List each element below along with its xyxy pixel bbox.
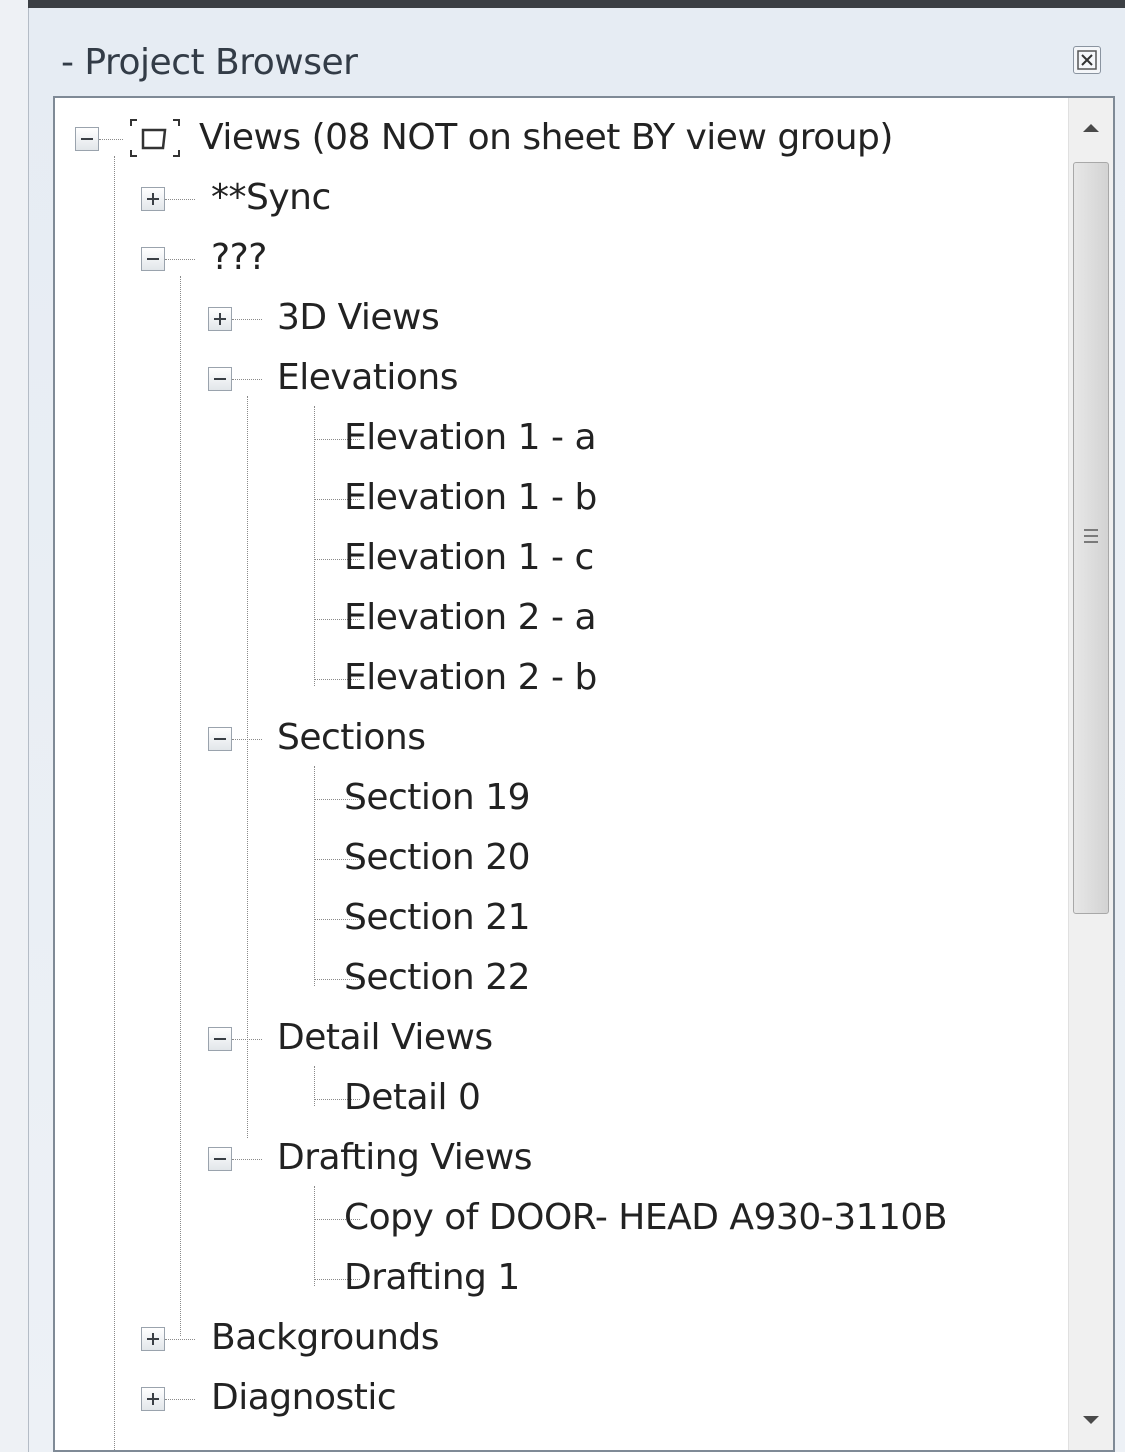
tree-item-label: **Sync xyxy=(211,177,331,218)
tree-item-label: Elevation 1 - c xyxy=(344,537,594,578)
tree-item-elevation[interactable]: Elevation 2 - b xyxy=(55,650,1065,706)
tree-item-label: Elevation 2 - a xyxy=(344,597,597,638)
window-top-border xyxy=(28,0,1125,8)
tree-item-section[interactable]: Section 20 xyxy=(55,830,1065,886)
collapse-icon[interactable] xyxy=(208,1147,232,1171)
tree-item-views-root[interactable]: Views (08 NOT on sheet BY view group) xyxy=(55,110,1065,166)
tree-item-backgrounds[interactable]: Backgrounds xyxy=(55,1310,1065,1366)
tree-item-label: Elevations xyxy=(277,357,458,398)
expand-icon[interactable] xyxy=(141,187,165,211)
tree-item-detail[interactable]: Detail 0 xyxy=(55,1070,1065,1126)
tree-item-label: Detail 0 xyxy=(344,1077,481,1118)
panel-title: - Project Browser xyxy=(61,42,358,83)
tree-item-drafting[interactable]: Drafting 1 xyxy=(55,1250,1065,1306)
tree-item-label: Section 19 xyxy=(344,777,531,818)
tree-item-label: Sections xyxy=(277,717,426,758)
tree-item-label: Elevation 2 - b xyxy=(344,657,597,698)
views-icon xyxy=(130,119,180,157)
grip-icon xyxy=(1084,529,1098,531)
tree-item-diagnostic[interactable]: Diagnostic xyxy=(55,1370,1065,1426)
expand-icon[interactable] xyxy=(141,1387,165,1411)
tree-item-label: Drafting 1 xyxy=(344,1257,520,1298)
tree-item-label: Detail Views xyxy=(277,1017,493,1058)
tree-item-section[interactable]: Section 19 xyxy=(55,770,1065,826)
tree-item-drafting-views[interactable]: Drafting Views xyxy=(55,1130,1065,1186)
close-icon[interactable] xyxy=(1073,46,1101,74)
tree-item-elevation[interactable]: Elevation 2 - a xyxy=(55,590,1065,646)
collapse-icon[interactable] xyxy=(208,1027,232,1051)
tree-item-label: Elevation 1 - b xyxy=(344,477,597,518)
tree-item-label: Backgrounds xyxy=(211,1317,440,1358)
tree-item-sections[interactable]: Sections xyxy=(55,710,1065,766)
collapse-icon[interactable] xyxy=(141,247,165,271)
tree-item-drafting[interactable]: Copy of DOOR- HEAD A930-3110B xyxy=(55,1190,1065,1246)
grip-icon xyxy=(1084,541,1098,543)
expand-icon[interactable] xyxy=(208,307,232,331)
tree-item-label: 3D Views xyxy=(277,297,440,338)
grip-icon xyxy=(1084,535,1098,537)
tree-item-section[interactable]: Section 21 xyxy=(55,890,1065,946)
tree-item-label: Section 21 xyxy=(344,897,531,938)
tree-item-label: Section 20 xyxy=(344,837,531,878)
expand-icon[interactable] xyxy=(141,1327,165,1351)
tree-item-3d-views[interactable]: 3D Views xyxy=(55,290,1065,346)
vertical-scrollbar[interactable] xyxy=(1068,98,1113,1450)
tree-item-elevation[interactable]: Elevation 1 - b xyxy=(55,470,1065,526)
tree-item-label: Diagnostic xyxy=(211,1377,397,1418)
collapse-icon[interactable] xyxy=(208,367,232,391)
collapse-icon[interactable] xyxy=(208,727,232,751)
tree-item-elevation[interactable]: Elevation 1 - c xyxy=(55,530,1065,586)
tree-item-label: Drafting Views xyxy=(277,1137,533,1178)
tree-item-section[interactable]: Section 22 xyxy=(55,950,1065,1006)
tree-item-detail-views[interactable]: Detail Views xyxy=(55,1010,1065,1066)
tree-item-label: ??? xyxy=(211,237,267,278)
project-browser-panel: - Project Browser Views (08 NOT on sheet… xyxy=(28,8,1125,1452)
tree-item-elevations[interactable]: Elevations xyxy=(55,350,1065,406)
tree-item-elevation[interactable]: Elevation 1 - a xyxy=(55,410,1065,466)
tree-item-label: Copy of DOOR- HEAD A930-3110B xyxy=(344,1197,948,1238)
scroll-down-icon[interactable] xyxy=(1083,1416,1099,1424)
tree-item-group[interactable]: ??? xyxy=(55,230,1065,286)
scrollbar-thumb[interactable] xyxy=(1073,162,1109,914)
tree-item-label: Elevation 1 - a xyxy=(344,417,597,458)
project-browser-tree[interactable]: Views (08 NOT on sheet BY view group) **… xyxy=(53,96,1115,1452)
tree-item-sync[interactable]: **Sync xyxy=(55,170,1065,226)
tree-item-label: Section 22 xyxy=(344,957,531,998)
tree-item-label: Views (08 NOT on sheet BY view group) xyxy=(199,117,893,158)
scroll-up-icon[interactable] xyxy=(1083,124,1099,132)
collapse-icon[interactable] xyxy=(75,127,99,151)
